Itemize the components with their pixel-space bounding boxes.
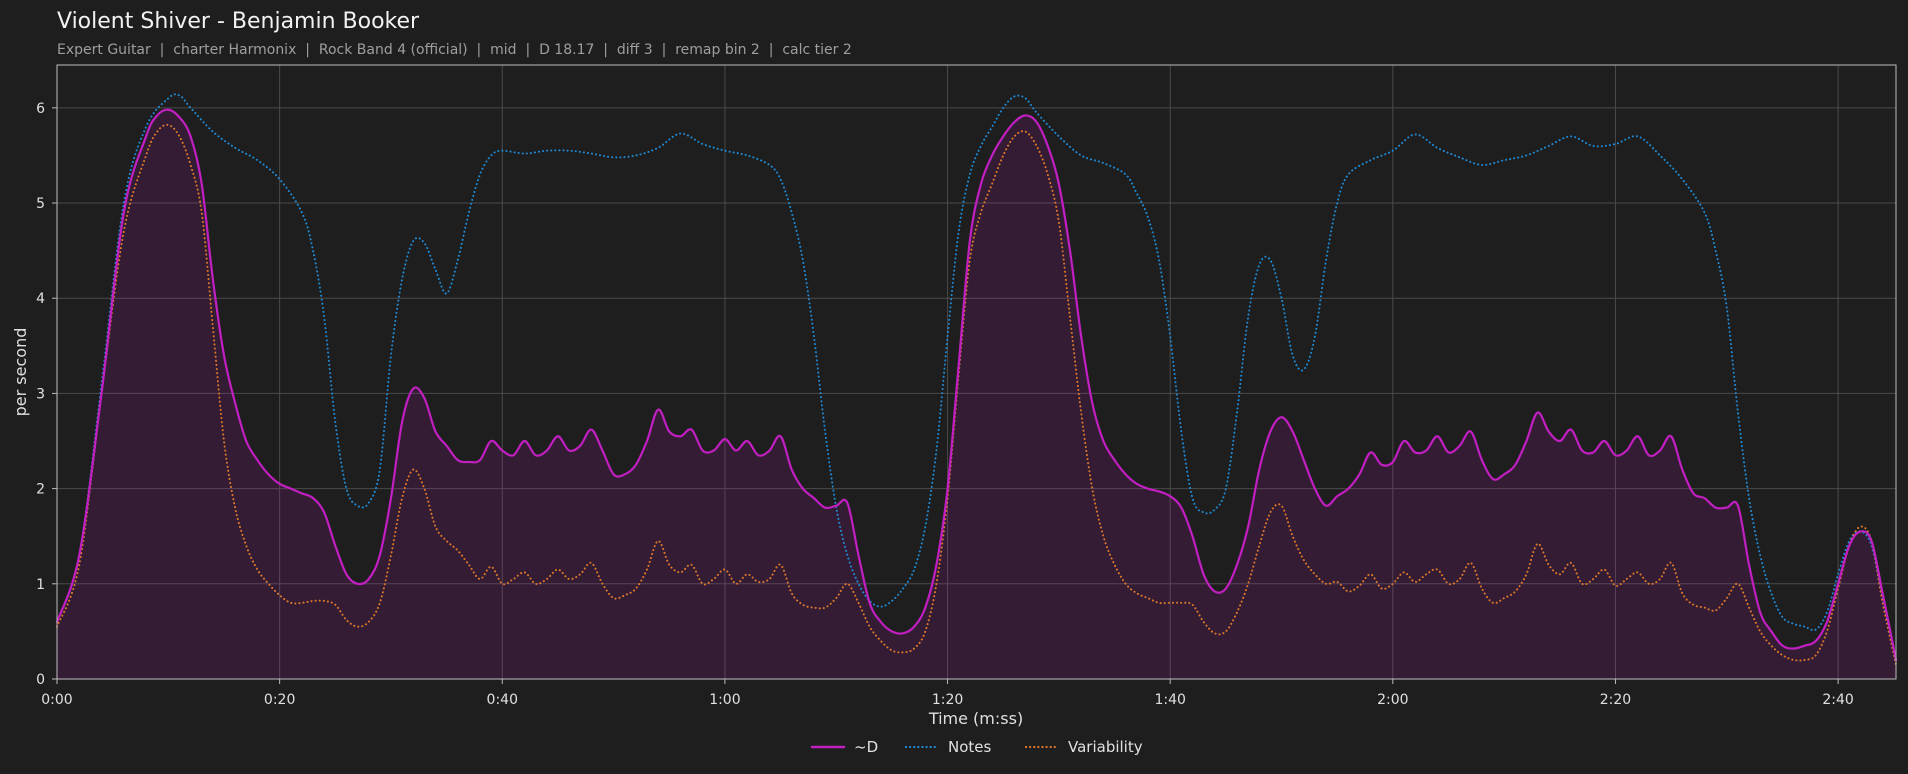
x-tick-label: 2:00	[1377, 692, 1408, 708]
x-tick-label: 0:40	[487, 692, 518, 708]
legend-label-d: ~D	[854, 738, 878, 756]
y-tick-label: 6	[36, 101, 45, 117]
y-tick-label: 0	[36, 672, 45, 688]
x-tick-label: 0:20	[264, 692, 295, 708]
chart: Violent Shiver - Benjamin Booker Expert …	[0, 0, 1908, 774]
x-tick-label: 1:40	[1154, 692, 1185, 708]
x-tick-label: 2:40	[1822, 692, 1853, 708]
y-tick-label: 2	[36, 482, 45, 498]
y-tick-label: 1	[36, 577, 45, 593]
legend-label-variability: Variability	[1068, 738, 1143, 756]
y-tick-label: 3	[36, 386, 45, 402]
chart-subtitle: Expert Guitar | charter Harmonix | Rock …	[57, 42, 852, 58]
y-tick-label: 4	[36, 291, 45, 307]
y-tick-label: 5	[36, 196, 45, 212]
legend: ~D Notes Variability	[810, 738, 1143, 756]
legend-label-notes: Notes	[948, 738, 992, 756]
x-tick-label: 1:20	[932, 692, 963, 708]
x-tick-label: 2:20	[1600, 692, 1631, 708]
y-axis-label: per second	[11, 328, 30, 417]
x-axis-label: Time (m:ss)	[928, 709, 1023, 728]
x-tick-label: 0:00	[41, 692, 72, 708]
chart-title: Violent Shiver - Benjamin Booker	[57, 9, 420, 34]
x-tick-label: 1:00	[709, 692, 740, 708]
